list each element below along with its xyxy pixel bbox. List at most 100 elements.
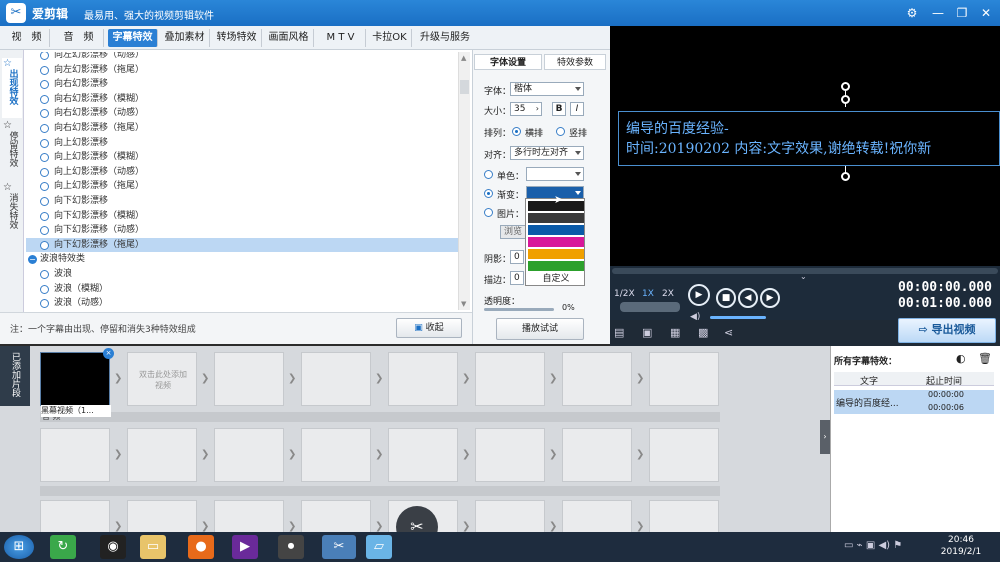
speed-2x[interactable]: 2X [662,288,674,300]
new-file-icon[interactable]: ▤ [614,326,624,339]
expand-icon[interactable]: ⌄ [800,272,807,281]
tab-subtitle-effects[interactable]: 字幕特效 [108,29,158,47]
folder-icon[interactable]: ▭ [140,535,166,559]
tray-icons[interactable]: ▭ ⌁ ▣ ◀) ⚑ [844,540,902,551]
clip-slot[interactable] [649,428,719,482]
effect-radio[interactable] [40,109,49,119]
start-button-icon[interactable]: ⊞ [4,535,34,559]
side-tab-stay[interactable]: ☆ 停留特效 [2,120,22,180]
open-folder-icon[interactable]: ▣ [642,326,652,339]
effect-radio[interactable] [40,226,49,236]
gradient-swatch-2[interactable] [528,213,584,223]
stop-button[interactable]: ■ [716,288,736,308]
effect-item[interactable]: 向上幻影漂移（拖尾） [26,179,458,194]
effect-item[interactable]: 向上幻影漂移 [26,136,458,151]
effect-item[interactable]: 波浪 [26,267,458,282]
arrange-vertical-radio[interactable] [556,127,565,136]
effect-radio[interactable] [40,299,49,309]
added-clips-tab[interactable]: 已添加片段 [0,346,30,406]
effect-radio[interactable] [40,52,49,60]
effect-item[interactable]: 向左幻影漂移（动感） [26,52,458,63]
next-frame-button[interactable]: ▶ [760,288,780,308]
gradient-radio[interactable] [484,189,493,198]
volume-slider[interactable] [710,316,766,319]
notepad-icon[interactable]: ▱ [366,535,392,559]
tab-overlay[interactable]: 叠加素材 [160,29,210,47]
effect-radio[interactable] [40,240,49,250]
arrange-horizontal-radio[interactable] [512,127,521,136]
system-clock[interactable]: 20:46 2019/2/1 [938,534,984,558]
effect-item[interactable]: 向下幻影漂移 [26,194,458,209]
remove-clip-icon[interactable]: × [103,348,114,359]
app-360-icon[interactable]: ↻ [50,535,76,559]
clip-slot[interactable] [649,352,719,406]
close-button[interactable]: ✕ [976,4,996,22]
record-icon[interactable]: ⏺ [278,535,304,559]
effect-item[interactable]: 向右幻影漂移 [26,77,458,92]
solid-color-radio[interactable] [484,170,493,179]
image-radio[interactable] [484,208,493,217]
resize-handle-top[interactable] [841,95,850,104]
effect-item[interactable]: 波浪（模糊） [26,282,458,297]
tab-font-settings[interactable]: 字体设置 [474,54,542,70]
opacity-slider[interactable] [484,308,554,311]
speed-half[interactable]: 1/2X [614,288,635,300]
effect-item[interactable]: 向左幻影漂移（拖尾） [26,63,458,78]
settings-icon[interactable]: ⚙ [902,4,922,22]
export-video-button[interactable]: ⇨ 导出视频 [898,318,996,343]
effect-category[interactable]: − 波浪特效类 [26,252,458,267]
side-tab-appear[interactable]: ☆ 出现特效 [2,58,22,118]
clip-slot[interactable] [40,428,110,482]
tab-upgrade[interactable]: 升级与服务 [416,29,474,47]
add-video-slot[interactable]: 双击此处添加视频 [127,352,197,406]
clip-slot[interactable] [388,428,458,482]
side-tab-disappear[interactable]: ☆ 消失特效 [2,182,22,242]
bold-button[interactable]: B [552,102,566,116]
tab-audio[interactable]: 音 频 [54,29,104,47]
clip-slot[interactable] [388,352,458,406]
align-select[interactable]: 多行时左对齐 [510,146,584,160]
firefox-icon[interactable]: ● [188,535,214,559]
speed-1x[interactable]: 1X [642,288,654,300]
tab-karaoke[interactable]: 卡拉OK [368,29,412,47]
effect-item[interactable]: 向上幻影漂移（模糊） [26,150,458,165]
font-select[interactable]: 楷体 [510,82,584,96]
gradient-swatch-6[interactable] [528,261,584,271]
share-icon[interactable]: ⋖ [724,326,733,339]
stroke-input[interactable]: 0 [510,271,524,285]
browse-button[interactable]: 浏览 [500,225,528,239]
clip-slot[interactable] [127,428,197,482]
italic-button[interactable]: I [570,102,584,116]
effect-radio[interactable] [40,65,49,75]
shadow-input[interactable]: 0 [510,250,524,264]
effect-radio[interactable] [40,94,49,104]
clip-slot[interactable] [214,352,284,406]
effect-list-scrollbar[interactable]: ▲ ▼ [458,52,470,310]
gradient-swatch-4[interactable] [528,237,584,247]
collapse-category-icon[interactable]: − [28,255,37,265]
delete-icon[interactable]: 🗑 [978,352,992,365]
effect-radio[interactable] [40,153,49,163]
size-input[interactable]: 35 › [510,102,542,116]
prev-frame-button[interactable]: ◀ [738,288,758,308]
clip-slot[interactable] [301,428,371,482]
effect-item[interactable]: 向右幻影漂移（模糊） [26,92,458,107]
effect-radio[interactable] [40,182,49,192]
clip-slot[interactable] [562,352,632,406]
clip-slot[interactable] [214,428,284,482]
effect-item[interactable]: 向下幻影漂移（模糊） [26,209,458,224]
clip-slot[interactable] [475,428,545,482]
effect-item[interactable]: 向下幻影漂移（拖尾） [26,237,458,253]
media-player-icon[interactable]: ▶ [232,535,258,559]
back-icon[interactable]: ◐ [956,352,966,365]
effect-radio[interactable] [40,138,49,148]
effect-item[interactable]: 向右幻影漂移（拖尾） [26,121,458,136]
tab-style[interactable]: 画面风格 [264,29,314,47]
solid-color-select[interactable] [526,167,584,181]
qq-icon[interactable]: ◉ [100,535,126,559]
collapse-side-icon[interactable]: › [820,420,830,454]
effect-radio[interactable] [40,80,49,90]
aijianji-taskbar-icon[interactable]: ✂ [322,535,356,559]
effect-radio[interactable] [40,284,49,294]
tab-video[interactable]: 视 频 [4,29,50,47]
